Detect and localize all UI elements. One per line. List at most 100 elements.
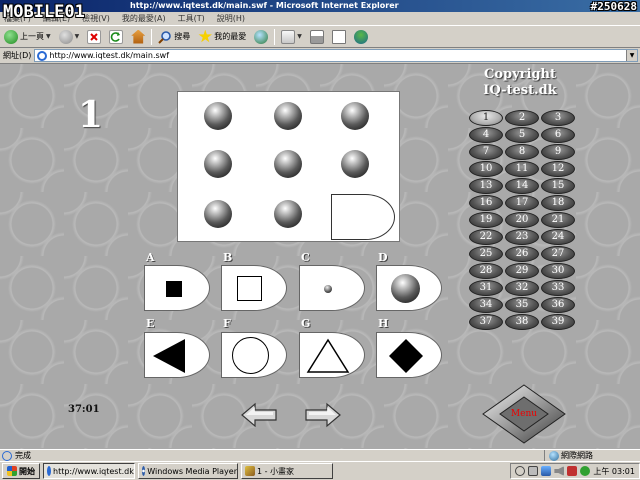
network-icon[interactable] (541, 466, 552, 476)
question-button-11[interactable]: 11 (505, 161, 539, 177)
sphere-icon (341, 102, 369, 130)
question-button-1[interactable]: 1 (469, 110, 503, 126)
option-a[interactable] (144, 265, 210, 311)
edit-button[interactable] (330, 28, 348, 46)
option-f[interactable] (221, 332, 287, 378)
question-button-26[interactable]: 26 (505, 246, 539, 262)
stop-icon (87, 29, 102, 44)
question-button-15[interactable]: 15 (541, 178, 575, 194)
search-button[interactable]: 搜尋 (156, 28, 192, 46)
question-button-4[interactable]: 4 (469, 127, 503, 143)
option-c[interactable] (299, 265, 365, 311)
option-d[interactable] (376, 265, 442, 311)
forward-button[interactable]: ▼ (57, 28, 82, 46)
question-button-21[interactable]: 21 (541, 212, 575, 228)
option-label-f: F (223, 317, 231, 330)
brand-watermark: MOBILE01 (3, 2, 85, 22)
question-button-3[interactable]: 3 (541, 110, 575, 126)
messenger-button[interactable] (352, 28, 370, 46)
start-button[interactable]: 開始 (2, 463, 40, 479)
security-zone: 網際網路 (544, 450, 640, 461)
address-dropdown-icon[interactable]: ▼ (626, 50, 637, 61)
page-done-icon (2, 450, 12, 461)
menu-tools[interactable]: 工具(T) (178, 13, 205, 24)
question-button-10[interactable]: 10 (469, 161, 503, 177)
question-button-34[interactable]: 34 (469, 297, 503, 313)
shield-icon[interactable] (567, 466, 578, 476)
option-e[interactable] (144, 332, 210, 378)
option-g[interactable] (299, 332, 365, 378)
question-button-27[interactable]: 27 (541, 246, 575, 262)
menu-button[interactable]: Menu (482, 384, 566, 444)
task-ie[interactable]: http://www.iqtest.dk/main... (43, 463, 135, 479)
question-button-18[interactable]: 18 (541, 195, 575, 211)
question-button-7[interactable]: 7 (469, 144, 503, 160)
document-icon (331, 29, 346, 44)
question-button-37[interactable]: 37 (469, 314, 503, 330)
question-button-33[interactable]: 33 (541, 280, 575, 296)
question-button-9[interactable]: 9 (541, 144, 575, 160)
question-button-14[interactable]: 14 (505, 178, 539, 194)
question-button-32[interactable]: 32 (505, 280, 539, 296)
print-button[interactable] (308, 28, 326, 46)
sphere-icon (274, 200, 302, 228)
question-button-24[interactable]: 24 (541, 229, 575, 245)
taskbar: 開始 http://www.iqtest.dk/main... Windows … (0, 461, 640, 480)
question-button-28[interactable]: 28 (469, 263, 503, 279)
task-media-player[interactable]: Windows Media Player (138, 463, 238, 479)
media-player-icon (142, 466, 146, 476)
zone-label: 網際網路 (561, 451, 593, 460)
toolbar: 上一頁 ▼ ▼ 搜尋 我的最愛 ▼ (0, 26, 640, 48)
address-input[interactable] (49, 50, 624, 61)
question-button-12[interactable]: 12 (541, 161, 575, 177)
option-h[interactable] (376, 332, 442, 378)
task-label: Windows Media Player (147, 466, 237, 476)
option-b[interactable] (221, 265, 287, 311)
task-paint[interactable]: 1 - 小畫家 (241, 463, 333, 479)
option-label-b: B (223, 251, 233, 264)
question-button-29[interactable]: 29 (505, 263, 539, 279)
question-button-8[interactable]: 8 (505, 144, 539, 160)
question-button-39[interactable]: 39 (541, 314, 575, 330)
back-label: 上一頁 (20, 32, 44, 41)
copyright-notice: Copyright IQ-test.dk (470, 67, 570, 99)
question-button-20[interactable]: 20 (505, 212, 539, 228)
previous-arrow-icon[interactable] (240, 402, 278, 428)
volume-icon[interactable] (554, 466, 565, 476)
home-button[interactable] (129, 28, 147, 46)
question-button-36[interactable]: 36 (541, 297, 575, 313)
mail-button[interactable]: ▼ (279, 28, 304, 46)
question-button-13[interactable]: 13 (469, 178, 503, 194)
question-button-38[interactable]: 38 (505, 314, 539, 330)
question-button-19[interactable]: 19 (469, 212, 503, 228)
outlined-circle-icon (232, 337, 269, 374)
question-button-31[interactable]: 31 (469, 280, 503, 296)
question-button-5[interactable]: 5 (505, 127, 539, 143)
question-button-30[interactable]: 30 (541, 263, 575, 279)
messenger-tray-icon[interactable] (580, 466, 591, 476)
puzzle-matrix (177, 91, 400, 242)
keyboard-icon[interactable] (528, 466, 539, 476)
favorites-button[interactable]: 我的最愛 (196, 28, 248, 46)
menu-help[interactable]: 說明(H) (217, 13, 245, 24)
refresh-button[interactable] (107, 28, 125, 46)
next-arrow-icon[interactable] (304, 402, 342, 428)
question-button-6[interactable]: 6 (541, 127, 575, 143)
small-dot-icon (324, 285, 332, 293)
sphere-icon (274, 102, 302, 130)
question-button-16[interactable]: 16 (469, 195, 503, 211)
ie-icon (47, 466, 51, 476)
task-label: http://www.iqtest.dk/main... (53, 466, 135, 476)
home-icon (131, 29, 146, 44)
option-label-d: D (378, 251, 388, 264)
help-icon[interactable] (515, 466, 526, 476)
media-button[interactable] (252, 28, 270, 46)
stop-button[interactable] (85, 28, 103, 46)
question-button-22[interactable]: 22 (469, 229, 503, 245)
back-button[interactable]: 上一頁 ▼ (2, 28, 53, 46)
question-button-17[interactable]: 17 (505, 195, 539, 211)
question-button-25[interactable]: 25 (469, 246, 503, 262)
question-button-23[interactable]: 23 (505, 229, 539, 245)
question-button-35[interactable]: 35 (505, 297, 539, 313)
question-button-2[interactable]: 2 (505, 110, 539, 126)
